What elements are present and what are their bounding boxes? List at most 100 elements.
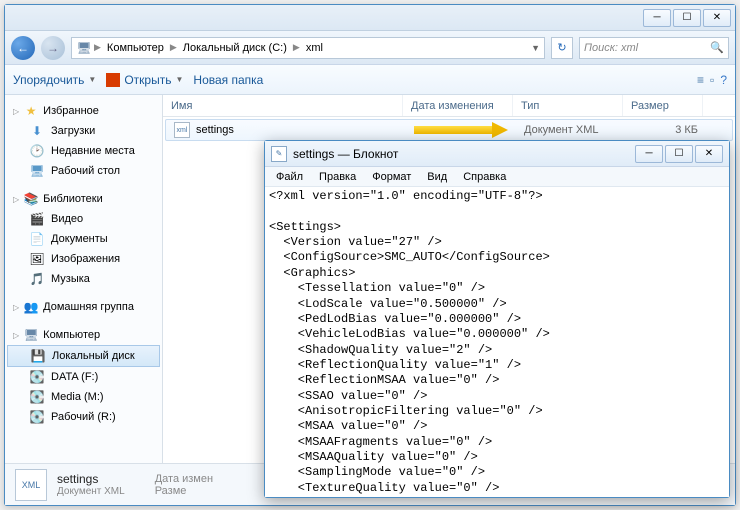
office-icon xyxy=(106,73,120,87)
drive-icon: 💽 xyxy=(29,369,45,385)
sidebar-item-downloads[interactable]: ⬇ Загрузки xyxy=(5,121,162,141)
sidebar-item-label: Локальный диск xyxy=(52,350,135,362)
file-row[interactable]: xml settings Документ XML 3 КБ xyxy=(165,119,733,141)
toolbar: Упорядочить ▼ Открыть ▼ Новая папка ≡ ▫ … xyxy=(5,65,735,95)
sidebar-item-label: Документы xyxy=(51,233,108,245)
computer-icon: 🖥 xyxy=(76,40,92,56)
chevron-right-icon: ▶ xyxy=(170,42,177,53)
refresh-button[interactable]: ↻ xyxy=(551,37,573,59)
sidebar-item-label: Рабочий стол xyxy=(51,165,120,177)
drive-icon: 💽 xyxy=(29,409,45,425)
detail-size-label: Разме xyxy=(155,485,187,497)
close-button[interactable]: ✕ xyxy=(703,9,731,27)
sidebar-item-media[interactable]: 💽Media (M:) xyxy=(5,387,162,407)
chevron-right-icon: ▶ xyxy=(94,42,101,53)
menu-format[interactable]: Формат xyxy=(365,169,418,185)
column-headers: Имя Дата изменения Тип Размер xyxy=(163,95,735,117)
close-button[interactable]: ✕ xyxy=(695,145,723,163)
sidebar-item-data[interactable]: 💽 DATA (F:) xyxy=(5,367,162,387)
menu-file[interactable]: Файл xyxy=(269,169,310,185)
file-size: 3 КБ xyxy=(626,124,706,136)
minimize-button[interactable]: ─ xyxy=(635,145,663,163)
col-size[interactable]: Размер xyxy=(623,95,703,116)
sidebar-item-music[interactable]: 🎵Музыка xyxy=(5,269,162,289)
drive-icon: 💽 xyxy=(29,389,45,405)
breadcrumb-item[interactable]: xml xyxy=(302,42,327,54)
breadcrumb-item[interactable]: Компьютер xyxy=(103,42,168,54)
desktop-icon: 🖥 xyxy=(29,163,45,179)
menu-help[interactable]: Справка xyxy=(456,169,513,185)
xml-file-icon: xml xyxy=(174,122,190,138)
file-type: Документ XML xyxy=(516,124,626,136)
help-icon[interactable]: ? xyxy=(720,73,727,87)
homegroup-icon: 👥 xyxy=(23,299,39,315)
back-button[interactable]: ← xyxy=(11,36,35,60)
titlebar: ─ ☐ ✕ xyxy=(5,5,735,31)
open-label: Открыть xyxy=(124,73,171,87)
sidebar-label: Библиотеки xyxy=(43,193,103,205)
col-name[interactable]: Имя xyxy=(163,95,403,116)
notepad-icon: ✎ xyxy=(271,146,287,162)
recent-icon: 🕑 xyxy=(29,143,45,159)
download-icon: ⬇ xyxy=(29,123,45,139)
notepad-window: ✎ settings — Блокнот ─ ☐ ✕ Файл Правка Ф… xyxy=(264,140,730,498)
sidebar-item-recent[interactable]: 🕑 Недавние места xyxy=(5,141,162,161)
notepad-content[interactable]: <?xml version="1.0" encoding="UTF-8"?> <… xyxy=(265,187,729,497)
arrow-annotation xyxy=(414,122,510,138)
notepad-window-controls: ─ ☐ ✕ xyxy=(635,145,723,163)
sidebar-item-desktop[interactable]: 🖥 Рабочий стол xyxy=(5,161,162,181)
notepad-titlebar[interactable]: ✎ settings — Блокнот ─ ☐ ✕ xyxy=(265,141,729,167)
sidebar-label: Компьютер xyxy=(43,329,100,341)
preview-pane-icon[interactable]: ▫ xyxy=(710,73,714,87)
sidebar-favorites[interactable]: ▷★Избранное xyxy=(5,101,162,121)
detail-filetype: Документ XML xyxy=(57,486,125,497)
sidebar-label: Избранное xyxy=(43,105,99,117)
detail-modified-label: Дата измен xyxy=(155,473,213,485)
file-name: settings xyxy=(196,124,234,136)
sidebar-item-label: Рабочий (R:) xyxy=(51,411,116,423)
breadcrumb[interactable]: 🖥 ▶ Компьютер ▶ Локальный диск (C:) ▶ xm… xyxy=(71,37,545,59)
sidebar-item-documents[interactable]: 📄 Документы xyxy=(5,229,162,249)
new-folder-label: Новая папка xyxy=(193,73,263,87)
minimize-button[interactable]: ─ xyxy=(643,9,671,27)
sidebar-item-pictures[interactable]: 🖼Изображения xyxy=(5,249,162,269)
window-controls: ─ ☐ ✕ xyxy=(643,9,731,27)
nav-bar: ← → 🖥 ▶ Компьютер ▶ Локальный диск (C:) … xyxy=(5,31,735,65)
search-input[interactable]: Поиск: xml 🔍 xyxy=(579,37,729,59)
sidebar-item-label: DATA (F:) xyxy=(51,371,98,383)
sidebar-item-local-disk[interactable]: 💾 Локальный диск xyxy=(7,345,160,367)
sidebar-label: Домашняя группа xyxy=(43,301,134,313)
sidebar-item-work[interactable]: 💽 Рабочий (R:) xyxy=(5,407,162,427)
sidebar-item-label: Музыка xyxy=(51,273,90,285)
organize-menu[interactable]: Упорядочить ▼ xyxy=(13,73,96,87)
forward-button[interactable]: → xyxy=(41,36,65,60)
new-folder-button[interactable]: Новая папка xyxy=(193,73,263,87)
col-type[interactable]: Тип xyxy=(513,95,623,116)
sidebar-libraries[interactable]: ▷📚Библиотеки xyxy=(5,189,162,209)
view-options-icon[interactable]: ≡ xyxy=(697,73,704,87)
open-button[interactable]: Открыть ▼ xyxy=(106,73,183,87)
libraries-icon: 📚 xyxy=(23,191,39,207)
chevron-down-icon[interactable]: ▼ xyxy=(531,43,540,53)
documents-icon: 📄 xyxy=(29,231,45,247)
sidebar-computer[interactable]: ▷🖥Компьютер xyxy=(5,325,162,345)
sidebar-item-videos[interactable]: 🎬Видео xyxy=(5,209,162,229)
sidebar-item-label: Загрузки xyxy=(51,125,95,137)
search-icon[interactable]: 🔍 xyxy=(710,41,724,54)
menu-view[interactable]: Вид xyxy=(420,169,454,185)
notepad-menu: Файл Правка Формат Вид Справка xyxy=(265,167,729,187)
drive-icon: 💾 xyxy=(30,348,46,364)
menu-edit[interactable]: Правка xyxy=(312,169,363,185)
breadcrumb-item[interactable]: Локальный диск (C:) xyxy=(179,42,291,54)
chevron-down-icon: ▼ xyxy=(88,75,96,84)
xml-file-icon: XML xyxy=(15,469,47,501)
col-modified[interactable]: Дата изменения xyxy=(403,95,513,116)
sidebar-homegroup[interactable]: ▷👥Домашняя группа xyxy=(5,297,162,317)
maximize-button[interactable]: ☐ xyxy=(673,9,701,27)
chevron-down-icon: ▼ xyxy=(175,75,183,84)
search-placeholder: Поиск: xml xyxy=(584,42,638,54)
maximize-button[interactable]: ☐ xyxy=(665,145,693,163)
sidebar-item-label: Видео xyxy=(51,213,83,225)
computer-icon: 🖥 xyxy=(23,327,39,343)
sidebar-item-label: Недавние места xyxy=(51,145,135,157)
